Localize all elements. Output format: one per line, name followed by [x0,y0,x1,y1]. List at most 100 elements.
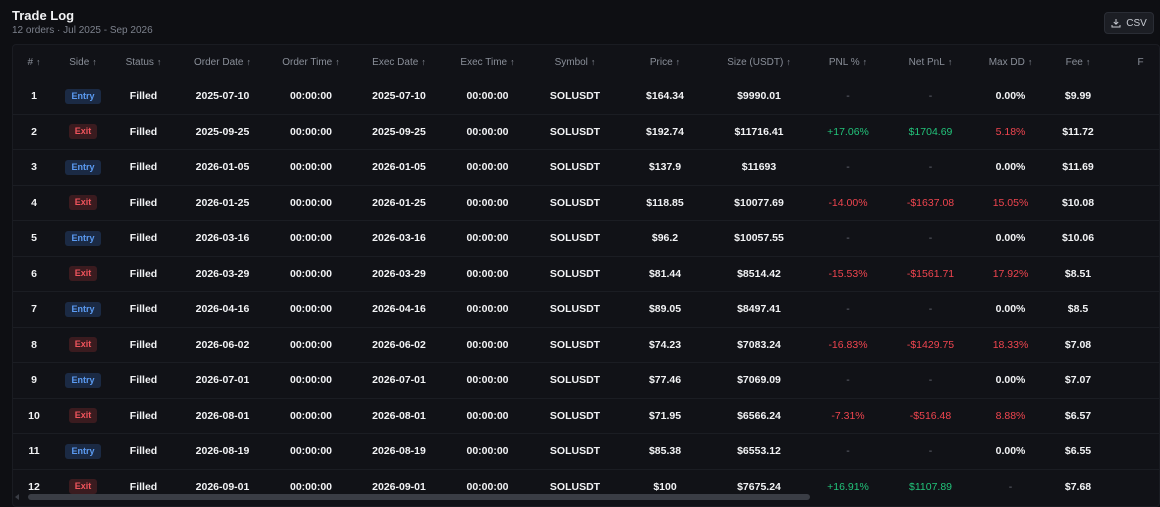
cell-price: $77.46 [620,362,710,398]
table-row[interactable]: 9 Entry Filled 2026-07-01 00:00:00 2026-07-01… [13,362,1159,398]
exec-date-value: 2026-09-01 [372,480,426,493]
csv-export-button[interactable]: CSV [1104,12,1154,34]
net-pnl-value: $1107.89 [908,480,952,493]
table-header-row: # ↑ Side ↑ Status ↑ Order Date ↑ Order Time ↑ Exec… [13,45,1159,79]
fee-value: $10.06 [1061,232,1095,245]
cell-pnl-pct: - [808,433,888,469]
table-row[interactable]: 5 Entry Filled 2026-03-16 00:00:00 2026-03-16… [13,220,1159,256]
column-header[interactable]: Max DD ↑ [973,45,1048,79]
pnl-pct-value: -15.53% [828,267,868,280]
order-date-value: 2026-08-19 [195,445,250,458]
size-value: $10057.55 [734,232,784,245]
side-badge: Exit [68,479,98,495]
cell-price: $74.23 [620,326,710,363]
fee-value: $6.57 [1064,409,1092,422]
column-header[interactable]: Fee ↑ [1048,45,1108,79]
column-header[interactable]: F [1108,45,1159,79]
column-header[interactable]: Net PnL ↑ [888,45,973,79]
pnl-pct-value: - [846,90,850,103]
order-date-value: 2025-09-25 [195,125,250,138]
sort-arrow-icon: ↑ [786,56,791,67]
cell-max-dd: 0.00% [973,79,1048,114]
table-row[interactable]: 10 Exit Filled 2026-08-01 00:00:00 2026-08-01… [13,397,1159,434]
side-badge: Exit [68,266,98,282]
cell-exec-date: 2026-01-25 [353,184,445,221]
cell-order-date: 2025-07-10 [176,79,269,114]
column-header[interactable]: Exec Time ↑ [445,45,530,79]
table-row[interactable]: 8 Exit Filled 2026-06-02 00:00:00 2026-06-02 0… [13,326,1159,363]
cell-order-time: 00:00:00 [269,397,353,434]
column-header[interactable]: Price ↑ [620,45,710,79]
cell-symbol: SOLUSDT [530,362,620,398]
order-date-value: 2026-03-16 [195,232,250,245]
pnl-pct-value: - [846,161,850,174]
exec-time-value: 00:00:00 [466,125,509,138]
n-value: 2 [31,125,37,138]
status-value: Filled [129,196,158,209]
column-header[interactable]: PNL % ↑ [808,45,888,79]
sort-arrow-icon: ↑ [92,56,97,67]
column-header-label: Symbol [554,56,588,68]
cell-net-pnl: -$1637.08 [888,184,973,221]
status-value: Filled [129,445,158,458]
symbol-value: SOLUSDT [549,445,601,458]
exec-time-value: 00:00:00 [466,196,509,209]
cell-order-time: 00:00:00 [269,433,353,469]
column-header-label: Status [125,56,154,68]
symbol-value: SOLUSDT [549,125,601,138]
status-value: Filled [129,125,158,138]
column-header[interactable]: Order Date ↑ [176,45,269,79]
fee-value: $6.55 [1064,445,1092,458]
sort-arrow-icon: ↑ [862,56,868,67]
order-time-value: 00:00:00 [289,374,333,387]
size-value: $7675.24 [737,480,781,493]
column-header-label: Order Time [282,56,333,68]
column-header[interactable]: Side ↑ [55,45,111,79]
price-value: $137.9 [648,161,682,174]
sort-arrow-icon: ↑ [510,56,515,67]
column-header[interactable]: Symbol ↑ [530,45,620,79]
table-row[interactable]: 1 Entry Filled 2025-07-10 00:00:00 2025-07-10… [13,79,1159,114]
cell-n: 10 [13,397,55,434]
status-value: Filled [129,338,158,351]
table-row[interactable]: 2 Exit Filled 2025-09-25 00:00:00 2025-09-25 0… [13,113,1159,150]
symbol-value: SOLUSDT [549,480,601,493]
cell-clipped [1108,184,1159,221]
cell-symbol: SOLUSDT [530,79,620,114]
cell-max-dd: 0.00% [973,149,1048,185]
column-header-label: Side [69,56,90,68]
cell-size: $8497.41 [710,291,808,327]
cell-net-pnl: -$1561.71 [888,255,973,292]
exec-time-value: 00:00:00 [466,303,509,316]
cell-pnl-pct: - [808,149,888,185]
column-header[interactable]: Exec Date ↑ [353,45,445,79]
cell-side: Entry [55,220,111,256]
scrollbar-thumb[interactable] [28,494,810,500]
table-row[interactable]: 3 Entry Filled 2026-01-05 00:00:00 2026-01-05… [13,149,1159,185]
cell-price: $96.2 [620,220,710,256]
table-row[interactable]: 11 Entry Filled 2026-08-19 00:00:00 2026-08-1… [13,433,1159,469]
column-header[interactable]: Status ↑ [111,45,176,79]
sort-arrow-icon: ↑ [421,56,426,67]
order-date-value: 2026-06-02 [195,338,250,351]
cell-max-dd: 5.18% [973,113,1048,150]
side-badge: Exit [68,337,98,353]
column-header[interactable]: Size (USDT) ↑ [710,45,808,79]
column-header[interactable]: Order Time ↑ [269,45,353,79]
order-time-value: 00:00:00 [289,161,333,174]
exec-time-value: 00:00:00 [466,480,509,493]
table-row[interactable]: 7 Entry Filled 2026-04-16 00:00:00 2026-04-16… [13,291,1159,327]
cell-order-date: 2026-03-16 [176,220,269,256]
max-dd-value: - [1008,480,1013,493]
horizontal-scrollbar[interactable] [12,493,1147,501]
cell-order-time: 00:00:00 [269,220,353,256]
pnl-pct-value: -7.31% [831,409,865,422]
table-row[interactable]: 4 Exit Filled 2026-01-25 00:00:00 2026-01-25 0… [13,184,1159,221]
scroll-left-arrow-icon[interactable] [15,494,19,500]
cell-exec-date: 2026-07-01 [353,362,445,398]
cell-net-pnl: -$1429.75 [888,326,973,363]
column-header[interactable]: # ↑ [13,45,55,79]
cell-size: $7069.09 [710,362,808,398]
side-badge: Entry [65,230,101,246]
table-row[interactable]: 6 Exit Filled 2026-03-29 00:00:00 2026-03-29 0… [13,255,1159,292]
